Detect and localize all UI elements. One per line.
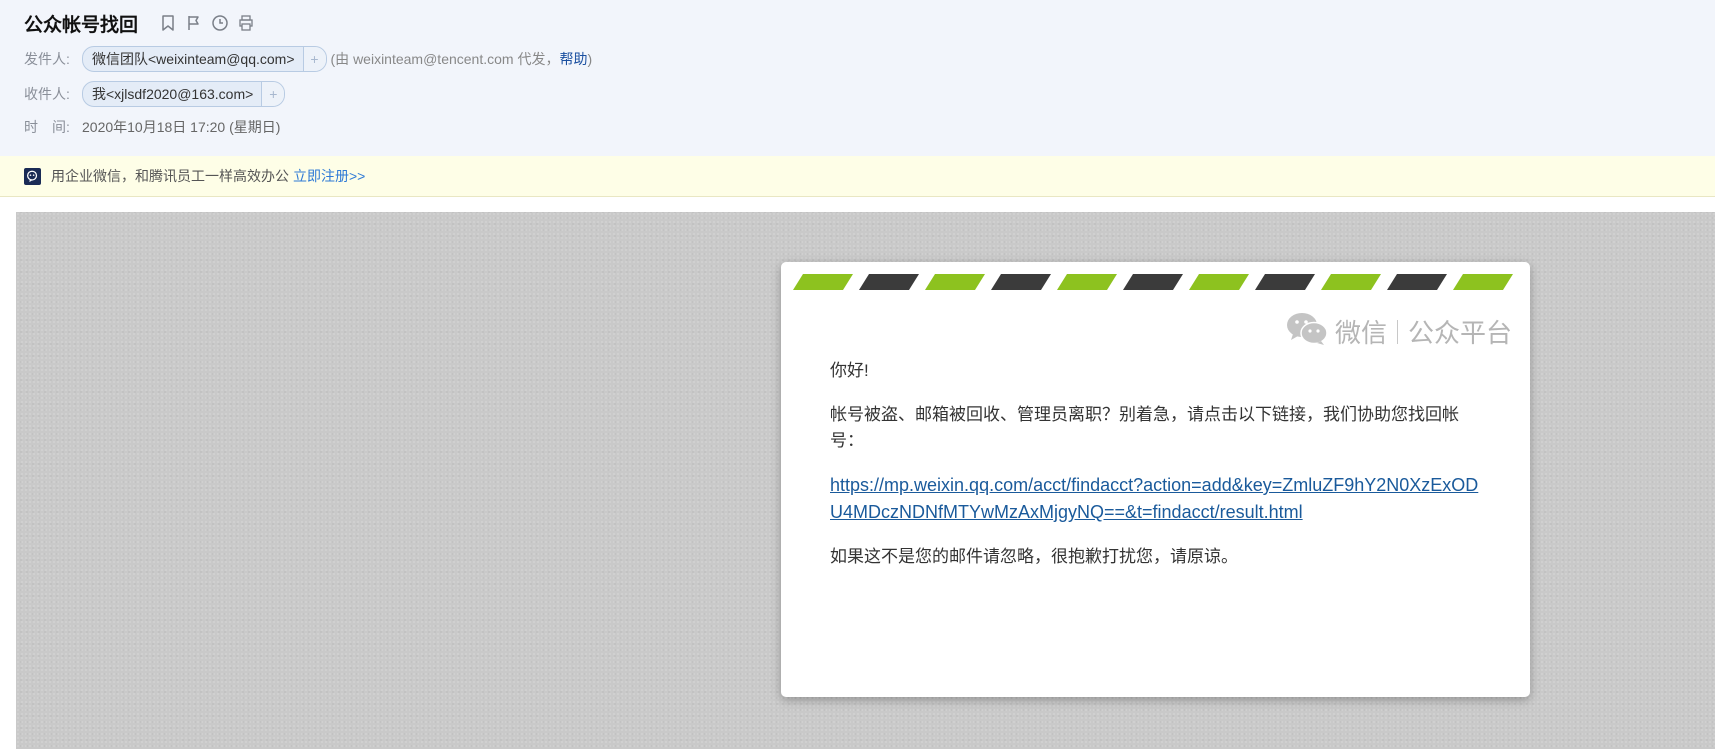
airmail-stripe — [793, 274, 853, 290]
register-link[interactable]: 立即注册>> — [293, 166, 365, 186]
mail-subject: 公众帐号找回 — [24, 14, 139, 36]
clock-icon[interactable] — [210, 13, 230, 33]
airmail-stripe — [1255, 274, 1315, 290]
airmail-stripe — [1189, 274, 1249, 290]
print-icon[interactable] — [236, 13, 256, 33]
to-row: 收件人: 我<xjlsdf2020@163.com> + — [24, 81, 286, 107]
weixin-brand: 微信 公众平台 — [1285, 310, 1512, 353]
sender-contact[interactable]: 微信团队<weixinteam@qq.com> — [83, 47, 303, 71]
airmail-stripe — [991, 274, 1051, 290]
mail-body: 微信 公众平台 你好! 帐号被盗、邮箱被回收、管理员离职？别着急，请点击以下链接… — [16, 212, 1715, 749]
airmail-stripe — [1057, 274, 1117, 290]
add-sender-button[interactable]: + — [302, 47, 326, 71]
help-link[interactable]: 帮助 — [559, 51, 587, 67]
wechat-logo-icon — [1285, 310, 1329, 353]
recovery-link[interactable]: https://mp.weixin.qq.com/acct/findacct?a… — [830, 475, 1478, 522]
proxy-suffix: ) — [587, 51, 593, 67]
add-recipient-button[interactable]: + — [261, 82, 285, 106]
brand-weixin: 微信 — [1334, 318, 1387, 348]
send-time: 2020年10月18日 17:20 (星期日) — [82, 119, 281, 135]
bookmark-icon[interactable] — [158, 13, 178, 33]
subject-row: 公众帐号找回 — [24, 10, 262, 36]
airmail-stripes — [793, 274, 1513, 290]
time-label: 时 间: — [24, 119, 70, 135]
time-row: 时 间: 2020年10月18日 17:20 (星期日) — [24, 117, 280, 137]
airmail-stripe — [1123, 274, 1183, 290]
to-label: 收件人: — [24, 86, 70, 102]
closing-paragraph: 如果这不是您的邮件请忽略，很抱歉打扰您，请原谅。 — [830, 547, 1238, 566]
mail-header: 公众帐号找回 发件人: 微信团队<weixinteam@qq.com> + (由… — [0, 0, 1715, 157]
airmail-stripe — [925, 274, 985, 290]
brand-platform: 公众平台 — [1407, 318, 1512, 348]
airmail-stripe — [1453, 274, 1513, 290]
airmail-stripe — [1321, 274, 1381, 290]
greeting: 你好! — [830, 361, 869, 380]
airmail-stripe — [1387, 274, 1447, 290]
email-content: 你好! 帐号被盗、邮箱被回收、管理员离职？别着急，请点击以下链接，我们协助您找回… — [830, 358, 1482, 588]
banner-text: 用企业微信，和腾讯员工一样高效办公 — [51, 168, 289, 184]
email-card: 微信 公众平台 你好! 帐号被盗、邮箱被回收、管理员离职？别着急，请点击以下链接… — [781, 262, 1530, 697]
recipient-contact[interactable]: 我<xjlsdf2020@163.com> — [83, 82, 261, 106]
recipient-pill: 我<xjlsdf2020@163.com> + — [82, 81, 286, 107]
promo-banner: 用企业微信，和腾讯员工一样高效办公 立即注册>> — [0, 156, 1715, 197]
sender-pill: 微信团队<weixinteam@qq.com> + — [82, 46, 327, 72]
proxy-prefix: (由 weixinteam@tencent.com 代发， — [330, 51, 560, 67]
from-label: 发件人: — [24, 51, 70, 67]
body-paragraph: 帐号被盗、邮箱被回收、管理员离职？别着急，请点击以下链接，我们协助您找回帐号： — [830, 405, 1459, 450]
airmail-stripe — [859, 274, 919, 290]
brand-divider — [1396, 319, 1398, 344]
link-paragraph: https://mp.weixin.qq.com/acct/findacct?a… — [830, 472, 1482, 526]
flag-icon[interactable] — [184, 13, 204, 33]
work-weixin-icon — [24, 167, 41, 185]
from-row: 发件人: 微信团队<weixinteam@qq.com> + (由 weixin… — [24, 46, 592, 72]
proxy-note: (由 weixinteam@tencent.com 代发，帮助) — [331, 49, 593, 69]
